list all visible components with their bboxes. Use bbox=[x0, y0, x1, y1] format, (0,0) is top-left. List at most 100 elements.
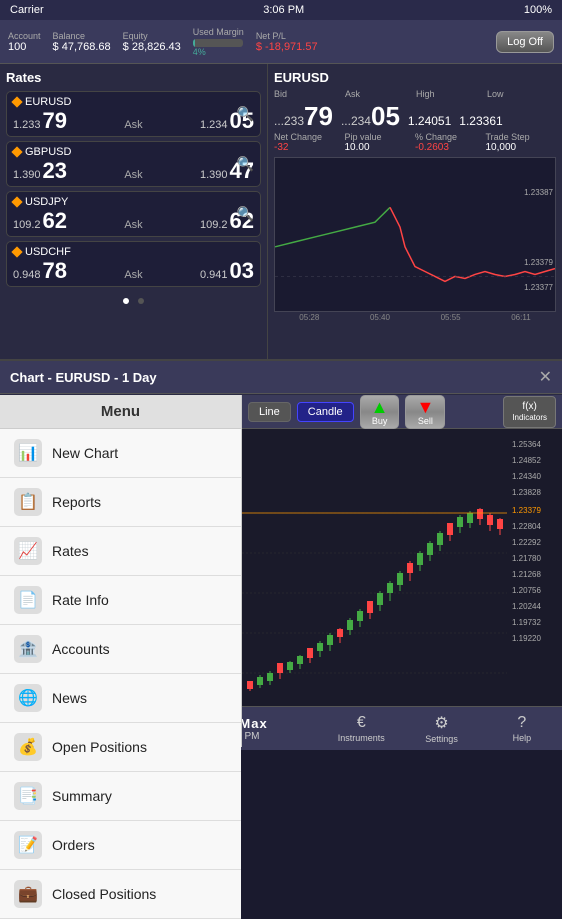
svg-text:1.21268: 1.21268 bbox=[512, 570, 541, 579]
mini-chart: 1.23387 1.23379 1.23377 bbox=[274, 157, 556, 312]
menu-item-news[interactable]: 🌐 News bbox=[0, 674, 241, 723]
used-margin-value: 4% bbox=[193, 47, 244, 57]
menu-item-label: Summary bbox=[52, 788, 112, 804]
used-margin-label: Used Margin bbox=[193, 27, 244, 37]
menu-item-label: Orders bbox=[52, 837, 95, 853]
svg-text:1.22804: 1.22804 bbox=[512, 522, 541, 531]
net-pl-label: Net P/L bbox=[256, 31, 318, 41]
menu-item-icon: 📈 bbox=[14, 537, 42, 565]
svg-text:1.22292: 1.22292 bbox=[512, 538, 541, 547]
rate-bid-ask-usdjpy: 109.2 62 Ask 109.2 62 🔍 bbox=[13, 210, 254, 232]
menu-item-new-chart[interactable]: 📊 New Chart bbox=[0, 429, 241, 478]
menu-item-icon: 🌐 bbox=[14, 684, 42, 712]
menu-item-icon: 📑 bbox=[14, 782, 42, 810]
used-margin-field: Used Margin 4% bbox=[193, 27, 244, 57]
nav-item-settings[interactable]: ⚙ Settings bbox=[401, 713, 481, 744]
rate-item-usdchf[interactable]: USDCHF 0.948 78 Ask 0.941 03 bbox=[6, 241, 261, 287]
svg-text:1.20244: 1.20244 bbox=[512, 602, 541, 611]
sell-label: Sell bbox=[418, 416, 433, 426]
dot-inactive bbox=[138, 298, 144, 304]
instruments-icon: € bbox=[357, 714, 366, 732]
menu-item-reports[interactable]: 📋 Reports bbox=[0, 478, 241, 527]
nav-label-help: Help bbox=[513, 733, 532, 743]
svg-text:1.19732: 1.19732 bbox=[512, 618, 541, 627]
diamond-icon bbox=[11, 196, 22, 207]
sell-button[interactable]: ▼ Sell bbox=[405, 395, 445, 429]
trading-header: Account 100 Balance $ 47,768.68 Equity $… bbox=[0, 20, 562, 64]
net-pl-value: $ -18,971.57 bbox=[256, 41, 318, 53]
nav-item-help[interactable]: ? Help bbox=[482, 714, 562, 743]
menu-header: Menu bbox=[0, 395, 241, 429]
candle-button[interactable]: Candle bbox=[297, 402, 354, 422]
menu-item-icon: 📊 bbox=[14, 439, 42, 467]
mini-chart-time-labels: 05:28 05:40 05:55 06:11 bbox=[274, 313, 556, 322]
rate-symbol-gbpusd: GBPUSD bbox=[13, 146, 254, 158]
candle-chart: 1.25364 1.24852 1.24340 1.23828 1.23379 … bbox=[242, 429, 562, 747]
high-col: High bbox=[416, 89, 485, 99]
eurusd-big-values: ...23379 ...23405 1.24051 1.23361 bbox=[274, 103, 556, 130]
rate-item-eurusd[interactable]: EURUSD 1.233 79 Ask 1.234 05 🔍 bbox=[6, 91, 261, 137]
menu-item-label: News bbox=[52, 690, 87, 706]
time-label-1: 05:28 bbox=[299, 313, 319, 322]
eurusd-detail-row2: Net Change -32 Pip value 10.00 % Change … bbox=[274, 132, 556, 153]
chart-price-high: 1.23387 bbox=[524, 188, 553, 197]
diamond-icon bbox=[11, 96, 22, 107]
menu-item-orders[interactable]: 📝 Orders bbox=[0, 821, 241, 870]
search-icon[interactable]: 🔍 bbox=[237, 106, 254, 123]
rate-item-gbpusd[interactable]: GBPUSD 1.390 23 Ask 1.390 47 🔍 bbox=[6, 141, 261, 187]
time-label-4: 06:11 bbox=[511, 313, 530, 322]
down-arrow-icon: ▼ bbox=[416, 398, 434, 416]
line-button[interactable]: Line bbox=[248, 402, 291, 422]
search-icon-usdjpy[interactable]: 🔍 bbox=[237, 206, 254, 223]
indicators-button[interactable]: f(x)Indicators bbox=[503, 396, 556, 428]
menu-items-container: 📊 New Chart 📋 Reports 📈 Rates 📄 Rate Inf… bbox=[0, 429, 241, 919]
menu-item-closed-positions[interactable]: 💼 Closed Positions bbox=[0, 870, 241, 919]
menu-item-accounts[interactable]: 🏦 Accounts bbox=[0, 625, 241, 674]
used-margin-bar bbox=[193, 39, 243, 47]
low-group: 1.23361 bbox=[459, 112, 502, 130]
rate-bid-ask-usdchf: 0.948 78 Ask 0.941 03 bbox=[13, 260, 254, 282]
log-off-button[interactable]: Log Off bbox=[496, 31, 554, 53]
menu-item-icon: 📋 bbox=[14, 488, 42, 516]
search-icon-gbpusd[interactable]: 🔍 bbox=[237, 156, 254, 173]
rate-bid-ask-eurusd: 1.233 79 Ask 1.234 05 🔍 bbox=[13, 110, 254, 132]
eurusd-detail-panel: EURUSD Bid Ask High Low ...23379 ...2340… bbox=[268, 64, 562, 359]
time-display: 3:06 PM bbox=[263, 4, 304, 16]
low-col: Low bbox=[487, 89, 556, 99]
page-dots bbox=[6, 291, 261, 309]
eurusd-header-grid: Bid Ask High Low bbox=[274, 89, 556, 99]
account-label: Account bbox=[8, 31, 41, 41]
carrier-label: Carrier bbox=[10, 4, 44, 16]
menu-item-rate-info[interactable]: 📄 Rate Info bbox=[0, 576, 241, 625]
high-group: 1.24051 bbox=[408, 112, 451, 130]
rate-symbol-eurusd: EURUSD bbox=[13, 96, 254, 108]
menu-item-summary[interactable]: 📑 Summary bbox=[0, 772, 241, 821]
menu-item-open-positions[interactable]: 💰 Open Positions bbox=[0, 723, 241, 772]
nav-item-instruments[interactable]: € Instruments bbox=[321, 714, 401, 743]
equity-field: Equity $ 28,826.43 bbox=[123, 31, 181, 53]
rates-panel: Rates EURUSD 1.233 79 Ask 1.234 05 🔍 bbox=[0, 64, 268, 359]
rate-symbol-usdchf: USDCHF bbox=[13, 246, 254, 258]
battery-display: 100% bbox=[524, 4, 552, 16]
rate-item-usdjpy[interactable]: USDJPY 109.2 62 Ask 109.2 62 🔍 bbox=[6, 191, 261, 237]
nav-label-settings: Settings bbox=[425, 734, 458, 744]
help-icon: ? bbox=[517, 714, 526, 732]
rate-bid-gbpusd: 1.390 23 bbox=[13, 160, 67, 182]
account-value: 100 bbox=[8, 41, 41, 53]
menu-item-icon: 💰 bbox=[14, 733, 42, 761]
buy-label: Buy bbox=[372, 416, 388, 426]
trade-step-cell: Trade Step 10,000 bbox=[486, 132, 557, 153]
chart-header: Chart - EURUSD - 1 Day ✕ bbox=[0, 361, 562, 394]
chart-toolbar: Line Candle ▲ Buy ▼ Sell f(x)Indicators bbox=[242, 395, 562, 429]
menu-item-label: Open Positions bbox=[52, 739, 147, 755]
menu-item-label: Closed Positions bbox=[52, 886, 156, 902]
buy-button[interactable]: ▲ Buy bbox=[360, 395, 400, 429]
dot-active bbox=[123, 298, 129, 304]
menu-item-label: Rates bbox=[52, 543, 89, 559]
menu-item-label: Rate Info bbox=[52, 592, 109, 608]
menu-item-rates[interactable]: 📈 Rates bbox=[0, 527, 241, 576]
chart-close-button[interactable]: ✕ bbox=[539, 367, 552, 387]
chart-title: Chart - EURUSD - 1 Day bbox=[10, 370, 157, 385]
diamond-icon bbox=[11, 246, 22, 257]
svg-text:1.23379: 1.23379 bbox=[512, 506, 541, 515]
